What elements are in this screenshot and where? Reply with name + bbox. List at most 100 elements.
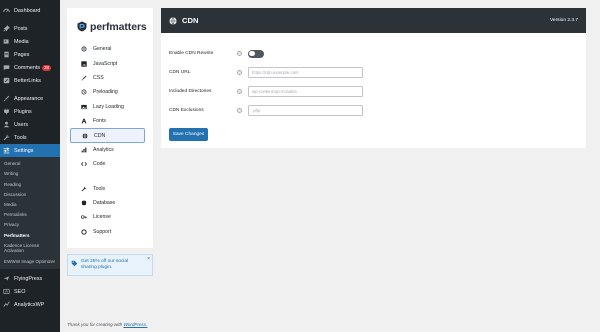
help-icon[interactable]: ? [237,108,242,113]
submenu-ewww[interactable]: EWWW Image Optimizer [0,256,60,266]
field-label: Enable CDN Rewrite [169,51,214,56]
menu-tools[interactable]: Tools [0,131,60,144]
version-label: Version 2.3.7 [549,18,578,23]
menu-label: Plugins [14,108,32,115]
tools-icon [81,186,87,192]
submenu-permalinks[interactable]: Permalinks [0,210,60,220]
fonts-icon [81,118,87,124]
wp-admin-sidebar: Dashboard Posts Media Pages Comments 28 … [0,0,60,332]
save-changes-button[interactable]: Save Changes [169,128,208,141]
help-icon[interactable]: ? [237,51,242,56]
nav-label: Database [93,200,116,207]
menu-pages[interactable]: Pages [0,48,60,61]
submenu-reading[interactable]: Reading [0,179,60,189]
menu-betterlinks[interactable]: BetterLinks [0,74,60,87]
close-icon[interactable]: × [147,256,150,262]
nav-database[interactable]: Database [70,196,145,210]
database-icon [81,200,87,206]
help-icon[interactable]: ? [237,70,242,75]
nav-tools[interactable]: Tools [70,182,145,196]
page-title: CDN [182,16,199,25]
nav-support[interactable]: Support [70,225,145,239]
cdn-exclusions-row: CDN Exclusions ? .php [161,101,586,120]
nav-cdn[interactable]: CDN [70,128,145,143]
help-icon[interactable]: ? [237,89,242,94]
analytics-icon [3,301,10,308]
code-icon [81,161,87,167]
users-icon [3,121,10,128]
perfmatters-nav: General JS JavaScript CSS Preloading Laz… [67,36,153,239]
menu-appearance[interactable]: Appearance [0,92,60,105]
menu-plugins[interactable]: Plugins [0,105,60,118]
comment-icon [3,64,10,71]
menu-users[interactable]: Users [0,118,60,131]
menu-seo[interactable]: SEO [0,285,60,298]
promo-banner[interactable]: Get 25% off our social sharing plugin. × [67,254,153,276]
submenu-general[interactable]: General [0,159,60,169]
comments-count-badge: 28 [42,64,51,71]
menu-settings[interactable]: Settings [0,144,60,157]
nav-preloading[interactable]: Preloading [70,85,145,99]
nav-label: Fonts [93,118,106,125]
lazy-loading-icon [81,104,87,110]
nav-label: Tools [93,185,106,192]
wordpress-link[interactable]: WordPress. [123,322,147,327]
field-label: CDN Exclusions [169,108,204,113]
menu-label: Dashboard [14,7,41,14]
included-directories-row: Included Directories ? wp-content,wp-inc… [161,82,586,101]
menu-comments[interactable]: Comments 28 [0,61,60,74]
submenu-discussion[interactable]: Discussion [0,190,60,200]
nav-license[interactable]: License [70,210,145,224]
submenu-writing[interactable]: Writing [0,169,60,179]
nav-javascript[interactable]: JS JavaScript [70,56,145,70]
menu-dashboard[interactable]: Dashboard [0,4,60,17]
media-icon [3,38,10,45]
menu-label: Appearance [14,95,44,102]
submenu-privacy[interactable]: Privacy [0,220,60,230]
cdn-form: Enable CDN Rewrite ? CDN URL ? https://c… [161,33,586,141]
enable-cdn-toggle[interactable] [248,49,264,58]
dashboard-icon [3,7,10,14]
nav-label: Analytics [93,146,114,153]
license-key-icon [81,214,87,220]
nav-css[interactable]: CSS [70,71,145,85]
javascript-icon: JS [81,60,87,67]
svg-text:JS: JS [82,62,86,66]
menu-label: Settings [14,147,34,154]
cdn-url-input[interactable]: https://cdn.example.com [248,67,363,78]
menu-label: Media [14,38,29,45]
nav-general[interactable]: General [70,42,145,56]
pin-icon [3,25,10,32]
tag-icon [71,260,78,267]
plugin-icon [3,108,10,115]
analytics-chart-icon [81,147,87,153]
submenu-perfmatters[interactable]: Perfmatters [0,230,60,240]
general-icon [81,46,87,52]
menu-label: Pages [14,51,30,58]
menu-analyticswp[interactable]: AnalyticsWP [0,298,60,311]
cdn-icon [82,133,88,139]
nav-code[interactable]: Code [70,157,145,171]
enable-cdn-row: Enable CDN Rewrite ? [161,44,586,63]
menu-media[interactable]: Media [0,35,60,48]
settings-submenu: General Writing Reading Discussion Media… [0,157,60,270]
menu-posts[interactable]: Posts [0,22,60,35]
menu-flyingpress[interactable]: FlyingPress [0,272,60,285]
nav-label: License [93,214,111,221]
nav-label: CDN [94,132,106,139]
submenu-media[interactable]: Media [0,200,60,210]
link-icon [3,77,10,84]
admin-footer: Thank you for creating with WordPress. [67,322,147,327]
nav-fonts[interactable]: Fonts [70,114,145,128]
css-icon [81,75,87,81]
cdn-exclusions-input[interactable]: .php [248,105,363,116]
nav-analytics[interactable]: Analytics [70,143,145,157]
nav-label: Support [93,228,112,235]
submenu-kadence-license[interactable]: Kadence License Activation [0,241,60,257]
pages-icon [3,51,10,58]
included-directories-input[interactable]: wp-content,wp-includes [248,86,363,97]
menu-label: Tools [14,134,27,141]
nav-lazy-loading[interactable]: Lazy Loading [70,100,145,114]
menu-label: Posts [14,25,28,32]
panel-header: CDN Version 2.3.7 [161,8,586,33]
